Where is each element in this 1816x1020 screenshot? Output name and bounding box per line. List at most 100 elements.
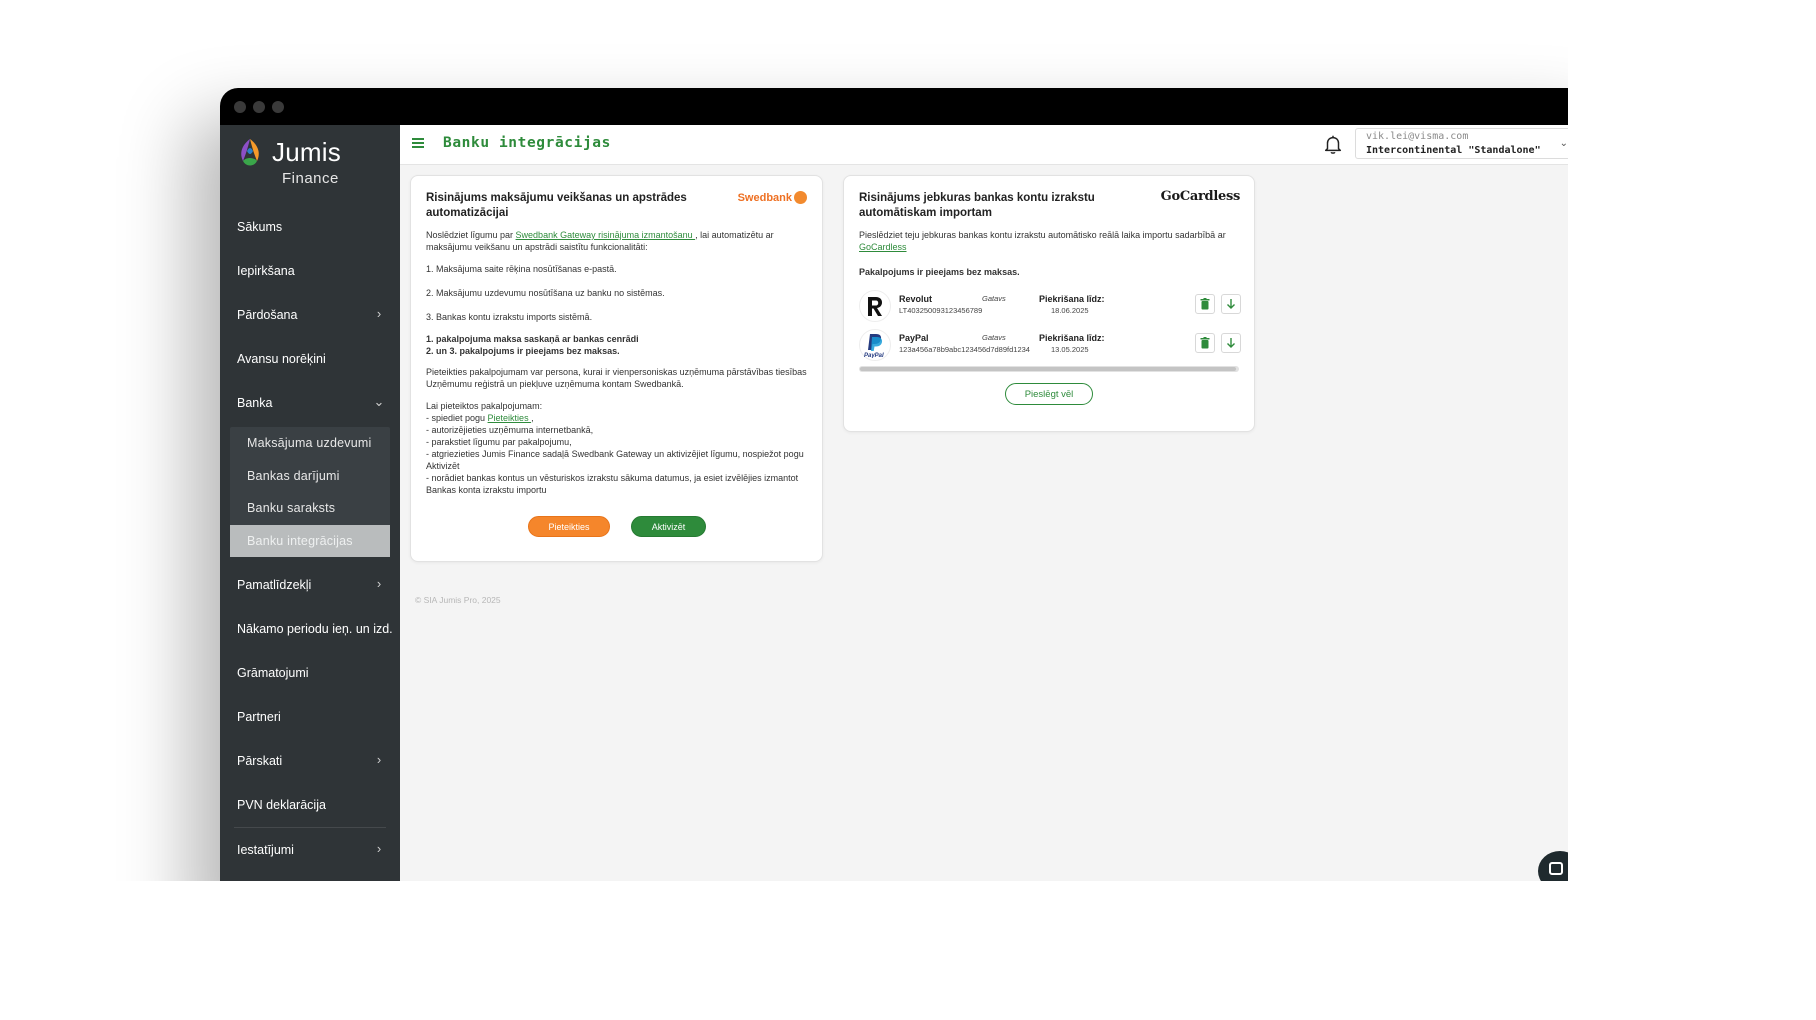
consent-date: 18.06.2025 bbox=[1051, 306, 1089, 315]
user-company-selector[interactable]: vik.lei@visma.com Intercontinental "Stan… bbox=[1355, 128, 1568, 159]
sidebar-item-pamatlidzekli[interactable]: Pamatlīdzekļi › bbox=[220, 563, 400, 607]
apply-button[interactable]: Pieteikties bbox=[528, 516, 610, 537]
sidebar-item-label: Pārskati bbox=[237, 754, 283, 768]
hamburger-menu-icon[interactable] bbox=[412, 138, 424, 150]
pricing-line-2: 2. un 3. pakalpojums ir pieejams bez mak… bbox=[426, 346, 620, 356]
sidebar-item-label: Nākamo periodu ieņ. un izd. bbox=[237, 622, 393, 636]
sidebar-item-label: Pamatlīdzekļi bbox=[237, 578, 312, 592]
consent-label: Piekrišana līdz: bbox=[1039, 333, 1105, 343]
swedbank-brand-text: Swedbank bbox=[737, 191, 792, 204]
pricing-line-1: 1. pakalpojuma maksa saskaņā ar bankas c… bbox=[426, 334, 639, 344]
window-controls bbox=[234, 101, 284, 113]
step-1-text: - spiediet pogu bbox=[426, 413, 488, 423]
jumis-logo-icon bbox=[241, 139, 259, 166]
sidebar-item-label: Grāmatojumi bbox=[237, 666, 309, 680]
swedbank-logo: Swedbank bbox=[738, 191, 807, 204]
sidebar-item-iepirksana[interactable]: Iepirkšana bbox=[220, 249, 400, 293]
free-service-note: Pakalpojums ir pieejams bez maksas. bbox=[859, 266, 1244, 278]
swedbank-sun-icon bbox=[794, 191, 807, 204]
gocardless-logo: GoCardless bbox=[1160, 189, 1241, 204]
submenu-item-banku-saraksts[interactable]: Banku saraksts bbox=[230, 492, 390, 525]
free-service-text: Pakalpojums ir pieejams bez maksas. bbox=[859, 267, 1020, 277]
apply-link[interactable]: Pieteikties bbox=[488, 413, 532, 423]
revolut-logo-icon bbox=[859, 290, 891, 322]
company-name: Intercontinental "Standalone" bbox=[1366, 145, 1541, 156]
account-iban: LT403250093123456789 bbox=[899, 306, 983, 315]
delete-account-button[interactable] bbox=[1195, 333, 1215, 353]
intro-text: Pieslēdziet teju jebkuras bankas kontu i… bbox=[859, 230, 1226, 240]
banka-submenu: Maksājuma uzdevumi Bankas darījumi Banku… bbox=[230, 427, 390, 557]
top-header: Banku integrācijas vik.lei@visma.com Int… bbox=[400, 125, 1568, 165]
sidebar-item-iestatijumi[interactable]: Iestatījumi › bbox=[220, 828, 400, 872]
accounts-scrollbar[interactable] bbox=[859, 366, 1239, 372]
step-2: - autorizējieties uzņēmuma internetbankā… bbox=[426, 425, 594, 435]
swedbank-intro: Noslēdziet līgumu par Swedbank Gateway r… bbox=[426, 229, 811, 253]
activate-button[interactable]: Aktivizēt bbox=[631, 516, 706, 537]
submenu-item-banku-integracijas[interactable]: Banku integrācijas bbox=[230, 524, 390, 557]
trash-icon bbox=[1200, 298, 1210, 310]
chevron-right-icon: › bbox=[376, 306, 382, 321]
connect-more-button[interactable]: Pieslēgt vēl bbox=[1005, 383, 1093, 405]
swedbank-gateway-link[interactable]: Swedbank Gateway risinājuma izmantošanu bbox=[516, 230, 696, 240]
swedbank-card-title: Risinājums maksājumu veikšanas un apstrā… bbox=[426, 192, 687, 219]
application-steps: Lai pieteiktos pakalpojumam: - spiediet … bbox=[426, 400, 811, 496]
account-bank-name: PayPal bbox=[899, 333, 929, 343]
swedbank-integration-card: Risinājums maksājumu veikšanas un apstrā… bbox=[410, 175, 823, 562]
page-title: Banku integrācijas bbox=[443, 135, 611, 151]
chat-icon bbox=[1549, 862, 1563, 875]
sidebar-item-nakamo-periodu[interactable]: Nākamo periodu ieņ. un izd. bbox=[220, 607, 400, 651]
window-close-dot[interactable] bbox=[234, 101, 246, 113]
download-statement-button[interactable] bbox=[1221, 294, 1241, 314]
account-status: Gatavs bbox=[982, 294, 1006, 303]
gocardless-intro: Pieslēdziet teju jebkuras bankas kontu i… bbox=[859, 229, 1244, 253]
download-statement-button[interactable] bbox=[1221, 333, 1241, 353]
logo-subtitle: Finance bbox=[282, 170, 339, 187]
sidebar-item-label: Banka bbox=[237, 396, 273, 410]
arrow-down-icon bbox=[1227, 338, 1235, 348]
sidebar-nav: Sākums Iepirkšana Pārdošana › Avansu norē… bbox=[220, 205, 400, 872]
delete-account-button[interactable] bbox=[1195, 294, 1215, 314]
steps-title: Lai pieteiktos pakalpojumam: bbox=[426, 401, 543, 411]
chevron-down-icon: ⌄ bbox=[1559, 138, 1568, 149]
chevron-down-icon: ⌄ bbox=[373, 394, 385, 409]
sidebar-item-partneri[interactable]: Partneri bbox=[220, 695, 400, 739]
step-1: - spiediet pogu Pieteikties , bbox=[426, 412, 811, 424]
gocardless-link[interactable]: GoCardless bbox=[859, 242, 907, 252]
trash-icon bbox=[1200, 337, 1210, 349]
step-3: - parakstiet līgumu par pakalpojumu, bbox=[426, 437, 572, 447]
user-email: vik.lei@visma.com bbox=[1366, 131, 1469, 142]
sidebar-item-label: Iestatījumi bbox=[237, 843, 294, 857]
sidebar-item-sakums[interactable]: Sākums bbox=[220, 205, 400, 249]
sidebar-item-gramatojumi[interactable]: Grāmatojumi bbox=[220, 651, 400, 695]
bank-account-row: Revolut LT403250093123456789 Gatavs Piek… bbox=[859, 289, 1243, 325]
bell-icon[interactable] bbox=[1322, 133, 1344, 155]
step-1-end: , bbox=[531, 413, 534, 423]
consent-date: 13.05.2025 bbox=[1051, 345, 1089, 354]
app-logo[interactable]: Jumis Finance bbox=[236, 135, 386, 191]
feature-item-1: 1. Maksājuma saite rēķina nosūtīšanas e-… bbox=[426, 264, 617, 274]
eligibility-text: Pieteikties pakalpojumam var persona, ku… bbox=[426, 367, 807, 389]
app-screen: Jumis Finance Sākums Iepirkšana Pārdošan… bbox=[220, 125, 1568, 881]
sidebar-item-avansu-noreķini[interactable]: Avansu norēķini bbox=[220, 337, 400, 381]
feature-item-2: 2. Maksājumu uzdevumu nosūtīšana uz bank… bbox=[426, 288, 665, 298]
sidebar-item-parskati[interactable]: Pārskati › bbox=[220, 739, 400, 783]
intro-text: Noslēdziet līgumu par bbox=[426, 230, 516, 240]
sidebar-item-pardosana[interactable]: Pārdošana › bbox=[220, 293, 400, 337]
account-bank-name: Revolut bbox=[899, 294, 933, 304]
sidebar-item-pvn-deklaracija[interactable]: PVN deklarācija bbox=[220, 783, 400, 827]
pricing-note: 1. pakalpojuma maksa saskaņā ar bankas c… bbox=[426, 333, 811, 357]
submenu-item-bankas-darijumi[interactable]: Bankas darījumi bbox=[230, 460, 390, 493]
svg-text:PayPal: PayPal bbox=[864, 353, 884, 358]
window-maximize-dot[interactable] bbox=[272, 101, 284, 113]
scrollbar-thumb[interactable] bbox=[860, 367, 1236, 371]
window-minimize-dot[interactable] bbox=[253, 101, 265, 113]
gocardless-card-title: Risinājums jebkuras bankas kontu izrakst… bbox=[859, 192, 1095, 219]
stage: Jumis Finance Sākums Iepirkšana Pārdošan… bbox=[0, 0, 1568, 881]
sidebar-item-banka[interactable]: Banka ⌄ bbox=[220, 381, 400, 425]
sidebar-item-label: Iepirkšana bbox=[237, 264, 295, 278]
chevron-right-icon: › bbox=[376, 841, 382, 856]
submenu-item-maksajuma-uzdevumi[interactable]: Maksājuma uzdevumi bbox=[230, 427, 390, 460]
paypal-logo-icon: PayPal bbox=[859, 329, 891, 361]
sidebar-item-label: Partneri bbox=[237, 710, 281, 724]
sidebar-item-label: Avansu norēķini bbox=[237, 352, 326, 366]
